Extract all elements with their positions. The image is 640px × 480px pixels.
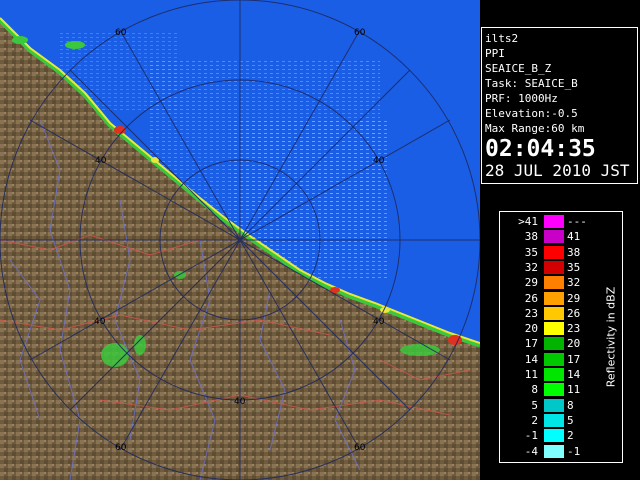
legend-color-swatch [544,291,564,305]
elevation-value: Elevation:-0.5 [485,107,578,120]
legend-low-value: 26 [524,291,538,305]
task-name: Task: SEAICE_B [485,77,578,90]
legend-color-swatch [544,276,564,290]
legend-color-swatch [544,383,564,397]
legend-low-value: 17 [524,337,538,351]
legend-high-value: 8 [567,398,574,412]
ring-label: 40 [95,156,107,166]
ring-label: 60 [115,28,127,38]
station-name: ilts2 [485,32,519,45]
legend-high-value: 32 [567,276,581,290]
legend-low-value: 32 [524,260,538,274]
legend-low-value: 2 [531,413,538,427]
legend-low-value: 38 [524,230,538,244]
azimuth-lines [0,0,480,480]
legend-high-value: 5 [567,413,574,427]
legend-high-value: 11 [567,383,581,397]
legend-low-value: 14 [524,352,538,366]
legend-title-text: Reflectivity in dBZ [604,286,618,388]
legend-low-value: 8 [531,383,538,397]
info-panel: ilts2 PPI SEAICE_B_Z Task: SEAICE_B PRF:… [481,27,638,184]
ring-label: 60 [354,28,366,38]
max-range-value: Max Range:60 km [485,122,585,135]
ring-label: 40 [373,156,385,166]
legend-high-value: --- [567,215,587,228]
prf-value: PRF: 1000Hz [485,92,558,105]
legend-high-value: 29 [567,291,581,305]
legend-low-value: -1 [524,429,538,443]
ring-label: 40 [234,397,246,407]
legend-color-swatch [544,352,564,366]
ring-label: 60 [354,443,366,453]
legend-high-value: 38 [567,245,581,259]
reflectivity-legend: >41 --- 38 41 35 38 32 35 29 32 26 29 23 26 20 23 17 20 14… [499,211,623,463]
legend-high-value: -1 [567,444,581,458]
product-code: SEAICE_B_Z [485,62,552,75]
legend-color-swatch [544,444,564,458]
legend-high-value: 26 [567,306,581,320]
legend-color-swatch [544,413,564,427]
legend-high-value: 2 [567,429,574,443]
legend-high-value: 41 [567,230,581,244]
legend-color-swatch [544,398,564,412]
legend-color-swatch [544,368,564,381]
legend-low-value: 5 [531,398,538,412]
radar-map[interactable]: 60 60 40 40 40 40 40 60 60 [0,0,480,480]
legend-high-value: 17 [567,352,581,366]
legend-color-swatch [544,337,564,351]
legend-color-swatch [544,429,564,443]
legend-color-swatch [544,260,564,274]
product-type: PPI [485,47,505,60]
ring-label: 40 [373,317,385,327]
legend-low-value: 20 [524,322,538,336]
legend-title: Reflectivity in dBZ [601,212,621,462]
legend-high-value: 35 [567,260,581,274]
radar-map-svg: 60 60 40 40 40 40 40 60 60 [0,0,480,480]
legend-low-value: 35 [524,245,538,259]
legend-low-value: 23 [524,306,538,320]
legend-low-value: 29 [524,276,538,290]
legend-color-swatch [544,322,564,336]
ring-label: 40 [94,317,106,327]
legend-low-value: >41 [518,215,538,228]
legend-low-value: -4 [524,444,538,458]
legend-high-value: 14 [567,368,581,381]
ring-label: 60 [115,443,127,453]
scan-time: 02:04:35 [485,136,596,162]
legend-color-swatch [544,306,564,320]
legend-color-swatch [544,230,564,244]
legend-high-value: 20 [567,337,581,351]
legend-color-swatch [544,245,564,259]
legend-high-value: 23 [567,322,581,336]
legend-low-value: 11 [524,368,538,381]
scan-date: 28 JUL 2010 JST [485,161,630,180]
legend-color-swatch [544,215,564,228]
